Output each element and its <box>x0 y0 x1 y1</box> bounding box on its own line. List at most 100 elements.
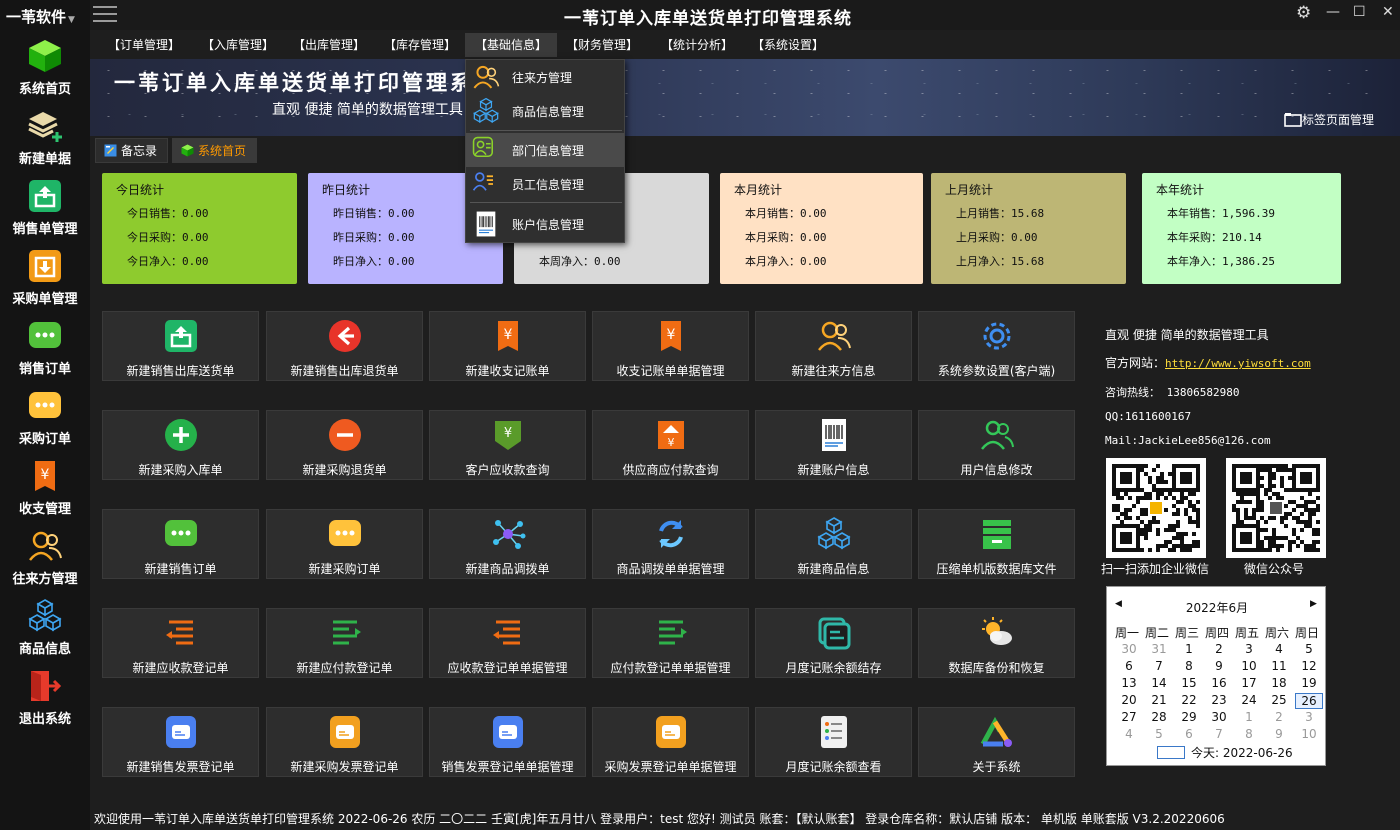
calendar-day[interactable]: 10 <box>1295 727 1323 741</box>
maximize-icon[interactable]: ☐ <box>1353 4 1366 20</box>
minimize-icon[interactable]: — <box>1326 4 1340 20</box>
calendar-day[interactable]: 7 <box>1145 659 1173 673</box>
function-button-29[interactable]: 月度记账余额查看 <box>755 707 912 777</box>
menu-item-2[interactable]: 【入库管理】 <box>192 33 284 57</box>
calendar-day[interactable]: 14 <box>1145 676 1173 690</box>
sidebar-item-9[interactable]: 商品信息 <box>0 598 90 668</box>
calendar-day[interactable]: 20 <box>1115 693 1143 707</box>
sidebar-item-5[interactable]: 销售订单 <box>0 318 90 388</box>
function-button-19[interactable]: 新建应收款登记单 <box>102 608 259 678</box>
calendar-day[interactable]: 6 <box>1115 659 1143 673</box>
tab-manage-button[interactable]: 标签页面管理 <box>1284 111 1374 128</box>
function-button-20[interactable]: 新建应付款登记单 <box>266 608 423 678</box>
function-button-7[interactable]: 新建采购入库单 <box>102 410 259 480</box>
tab-memo[interactable]: 备忘录 <box>95 138 169 163</box>
function-button-15[interactable]: 新建商品调拨单 <box>429 509 586 579</box>
sidebar-item-1[interactable]: 系统首页 <box>0 38 90 108</box>
calendar-day[interactable]: 1 <box>1235 710 1263 724</box>
calendar-day[interactable]: 22 <box>1175 693 1203 707</box>
gear-icon[interactable]: ⚙ <box>1296 3 1311 23</box>
website-link[interactable]: http://www.yiwsoft.com <box>1165 357 1311 370</box>
calendar-day[interactable]: 5 <box>1145 727 1173 741</box>
function-button-16[interactable]: 商品调拨单单据管理 <box>592 509 749 579</box>
calendar-day[interactable]: 19 <box>1295 676 1323 690</box>
function-button-13[interactable]: 新建销售订单 <box>102 509 259 579</box>
calendar-day[interactable]: 9 <box>1265 727 1293 741</box>
menu-item-5[interactable]: 【基础信息】 <box>465 33 558 57</box>
calendar-day[interactable]: 6 <box>1175 727 1203 741</box>
function-button-3[interactable]: ¥ 新建收支记账单 <box>429 311 586 381</box>
menu-item-6[interactable]: 【财务管理】 <box>556 33 648 57</box>
close-icon[interactable]: ✕ <box>1382 4 1394 20</box>
function-button-18[interactable]: 压缩单机版数据库文件 <box>918 509 1075 579</box>
sidebar-item-2[interactable]: 新建单据 <box>0 108 90 178</box>
sidebar-item-10[interactable]: 退出系统 <box>0 668 90 738</box>
calendar-day[interactable]: 21 <box>1145 693 1173 707</box>
function-button-12[interactable]: 用户信息修改 <box>918 410 1075 480</box>
dropdown-item-4[interactable]: 员工信息管理 <box>466 167 624 201</box>
calendar-day[interactable]: 11 <box>1265 659 1293 673</box>
calendar-day[interactable]: 2 <box>1205 642 1233 656</box>
calendar-next-icon[interactable]: ▶ <box>1310 599 1317 609</box>
calendar-day[interactable]: 29 <box>1175 710 1203 724</box>
hamburger-menu-icon[interactable] <box>93 6 117 24</box>
sidebar-item-8[interactable]: 往来方管理 <box>0 528 90 598</box>
function-button-2[interactable]: 新建销售出库退货单 <box>266 311 423 381</box>
calendar-day[interactable]: 18 <box>1265 676 1293 690</box>
function-button-30[interactable]: 关于系统 <box>918 707 1075 777</box>
function-button-10[interactable]: ¥ 供应商应付款查询 <box>592 410 749 480</box>
sidebar-item-7[interactable]: ¥ 收支管理 <box>0 458 90 528</box>
function-button-17[interactable]: 新建商品信息 <box>755 509 912 579</box>
tab-home[interactable]: 系统首页 <box>172 138 258 163</box>
calendar-day[interactable]: 30 <box>1205 710 1233 724</box>
calendar-day[interactable]: 5 <box>1295 642 1323 656</box>
calendar-day[interactable]: 27 <box>1115 710 1143 724</box>
calendar[interactable]: ◀ 2022年6月 ▶ 周一 周二 周三 周四 周五 周六 周日 30 31 1 2 3 4 5 6 7 8 9 1… <box>1106 586 1326 766</box>
calendar-day[interactable]: 9 <box>1205 659 1233 673</box>
menu-item-1[interactable]: 【订单管理】 <box>98 33 190 57</box>
function-button-25[interactable]: 新建销售发票登记单 <box>102 707 259 777</box>
calendar-day[interactable]: 13 <box>1115 676 1143 690</box>
menu-item-7[interactable]: 【统计分析】 <box>651 33 743 57</box>
calendar-day[interactable]: 7 <box>1205 727 1233 741</box>
function-button-1[interactable]: 新建销售出库送货单 <box>102 311 259 381</box>
function-button-9[interactable]: ¥ 客户应收款查询 <box>429 410 586 480</box>
calendar-day[interactable]: 25 <box>1265 693 1293 707</box>
dropdown-item-3[interactable]: 部门信息管理 <box>466 133 624 167</box>
function-button-23[interactable]: 月度记账余额结存 <box>755 608 912 678</box>
menu-item-3[interactable]: 【出库管理】 <box>283 33 375 57</box>
calendar-day[interactable]: 12 <box>1295 659 1323 673</box>
menu-item-4[interactable]: 【库存管理】 <box>374 33 466 57</box>
calendar-day[interactable]: 1 <box>1175 642 1203 656</box>
function-button-26[interactable]: 新建采购发票登记单 <box>266 707 423 777</box>
dropdown-item-5[interactable]: 账户信息管理 <box>466 207 624 241</box>
brand-menu[interactable]: 一苇软件 ▼ <box>6 6 75 27</box>
calendar-day[interactable]: 4 <box>1115 727 1143 741</box>
calendar-day[interactable]: 31 <box>1145 642 1173 656</box>
calendar-day[interactable]: 2 <box>1265 710 1293 724</box>
calendar-day[interactable]: 8 <box>1235 727 1263 741</box>
function-button-27[interactable]: 销售发票登记单单据管理 <box>429 707 586 777</box>
calendar-day[interactable]: 24 <box>1235 693 1263 707</box>
function-button-14[interactable]: 新建采购订单 <box>266 509 423 579</box>
sidebar-item-4[interactable]: 采购单管理 <box>0 248 90 318</box>
calendar-day[interactable]: 16 <box>1205 676 1233 690</box>
calendar-day[interactable]: 26 <box>1295 693 1323 709</box>
function-button-28[interactable]: 采购发票登记单单据管理 <box>592 707 749 777</box>
calendar-day[interactable]: 3 <box>1235 642 1263 656</box>
calendar-day[interactable]: 15 <box>1175 676 1203 690</box>
dropdown-item-2[interactable]: 商品信息管理 <box>466 94 624 128</box>
calendar-day[interactable]: 3 <box>1295 710 1323 724</box>
function-button-8[interactable]: 新建采购退货单 <box>266 410 423 480</box>
calendar-day[interactable]: 10 <box>1235 659 1263 673</box>
menu-item-8[interactable]: 【系统设置】 <box>742 33 834 57</box>
function-button-5[interactable]: 新建往来方信息 <box>755 311 912 381</box>
function-button-21[interactable]: 应收款登记单单据管理 <box>429 608 586 678</box>
function-button-4[interactable]: ¥ 收支记账单单据管理 <box>592 311 749 381</box>
dropdown-item-1[interactable]: 往来方管理 <box>466 60 624 94</box>
function-button-24[interactable]: 数据库备份和恢复 <box>918 608 1075 678</box>
calendar-day[interactable]: 17 <box>1235 676 1263 690</box>
function-button-22[interactable]: 应付款登记单单据管理 <box>592 608 749 678</box>
sidebar-item-6[interactable]: 采购订单 <box>0 388 90 458</box>
calendar-today[interactable]: 今天: 2022-06-26 <box>1157 744 1327 761</box>
